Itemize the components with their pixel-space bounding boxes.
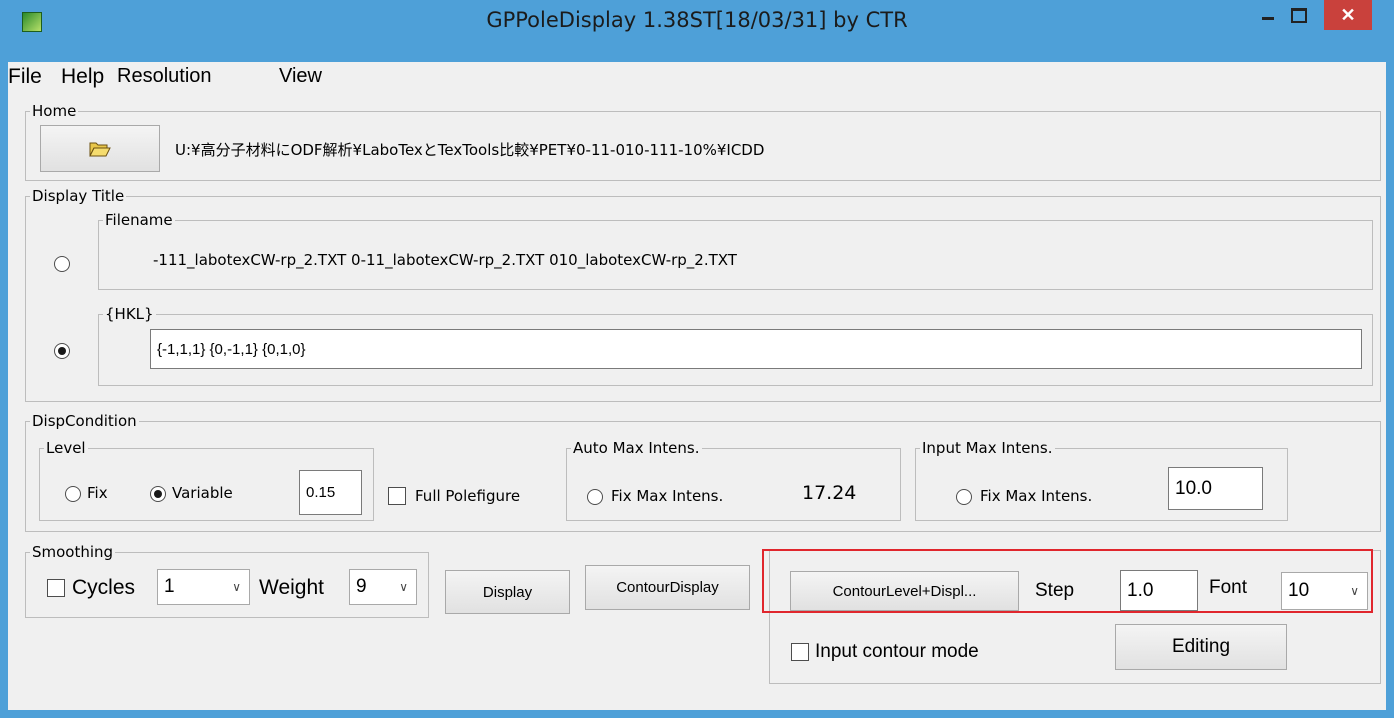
close-button[interactable]: ✕ <box>1324 0 1372 30</box>
minimize-button[interactable] <box>1253 0 1283 30</box>
window-title: GPPoleDisplay 1.38ST[18/03/31] by CTR <box>486 8 908 32</box>
hkl-radio[interactable] <box>54 343 70 359</box>
home-group: Home U:¥高分子材料にODF解析¥LaboTexとTexTools比較¥P… <box>25 102 1381 181</box>
menu-resolution[interactable]: Resolution <box>117 65 212 88</box>
hkl-input[interactable]: {-1,1,1} {0,-1,1} {0,1,0} <box>150 329 1362 369</box>
menu-view[interactable]: View <box>279 65 322 88</box>
disp-condition-legend: DispCondition <box>30 412 139 430</box>
maximize-button[interactable] <box>1284 0 1314 30</box>
input-max-intens-legend: Input Max Intens. <box>920 439 1055 457</box>
weight-label: Weight <box>259 576 324 599</box>
hkl-legend: {HKL} <box>103 305 156 323</box>
auto-max-intens-legend: Auto Max Intens. <box>571 439 702 457</box>
menu-file[interactable]: File <box>8 65 42 89</box>
display-title-legend: Display Title <box>30 187 127 205</box>
filename-radio[interactable] <box>54 256 70 272</box>
weight-select[interactable]: 9 ∨ <box>349 569 417 605</box>
menu-bar: File Help Resolution View <box>8 62 1386 92</box>
input-fix-max-radio[interactable] <box>956 489 972 505</box>
cycles-value: 1 <box>164 576 175 597</box>
disp-condition-group: DispCondition Level Fix Variable 0.15 Fu… <box>25 412 1381 532</box>
menu-help[interactable]: Help <box>61 65 104 89</box>
full-polefigure-label: Full Polefigure <box>415 487 521 505</box>
home-path: U:¥高分子材料にODF解析¥LaboTexとTexTools比較¥PET¥0-… <box>175 141 765 159</box>
contour-display-button[interactable]: ContourDisplay <box>585 565 750 610</box>
highlight-annotation <box>762 549 1373 613</box>
weight-value: 9 <box>356 576 367 597</box>
input-max-value-input[interactable]: 10.0 <box>1168 467 1263 510</box>
app-window: GPPoleDisplay 1.38ST[18/03/31] by CTR ✕ … <box>0 0 1394 718</box>
auto-max-intens-group: Auto Max Intens. Fix Max Intens. 17.24 <box>566 439 901 521</box>
client-area: File Help Resolution View Home U:¥高分子材料に… <box>8 62 1386 710</box>
open-folder-icon <box>89 142 111 156</box>
display-title-group: Display Title Filename -111_labotexCW-rp… <box>25 187 1381 402</box>
auto-max-value: 17.24 <box>802 482 857 504</box>
chevron-down-icon: ∨ <box>399 580 408 594</box>
maximize-icon <box>1291 7 1307 23</box>
cycles-select[interactable]: 1 ∨ <box>157 569 250 605</box>
filename-value: -111_labotexCW-rp_2.TXT 0-11_labotexCW-r… <box>153 251 737 269</box>
level-variable-radio[interactable] <box>150 486 166 502</box>
title-bar[interactable]: GPPoleDisplay 1.38ST[18/03/31] by CTR ✕ <box>0 0 1394 62</box>
cycles-label: Cycles <box>72 576 136 599</box>
input-max-intens-group: Input Max Intens. Fix Max Intens. 10.0 <box>915 439 1288 521</box>
home-legend: Home <box>30 102 79 120</box>
level-value-input[interactable]: 0.15 <box>299 470 362 515</box>
level-fix-radio[interactable] <box>65 486 81 502</box>
auto-fix-max-radio[interactable] <box>587 489 603 505</box>
filename-group: Filename -111_labotexCW-rp_2.TXT 0-11_la… <box>98 211 1373 290</box>
display-button[interactable]: Display <box>445 570 570 614</box>
filename-legend: Filename <box>103 211 175 229</box>
full-polefigure-checkbox[interactable] <box>388 487 406 505</box>
input-contour-mode-checkbox[interactable] <box>791 643 809 661</box>
chevron-down-icon: ∨ <box>232 580 241 594</box>
level-legend: Level <box>44 439 88 457</box>
input-fix-max-label: Fix Max Intens. <box>980 487 1093 505</box>
close-icon: ✕ <box>1340 4 1356 25</box>
level-variable-label: Variable <box>172 484 233 502</box>
open-folder-button[interactable] <box>40 125 160 172</box>
minimize-icon <box>1262 16 1274 20</box>
level-fix-label: Fix <box>87 484 108 502</box>
level-group: Level Fix Variable 0.15 <box>39 439 374 521</box>
input-contour-mode-label: Input contour mode <box>815 641 979 662</box>
hkl-group: {HKL} {-1,1,1} {0,-1,1} {0,1,0} <box>98 305 1373 386</box>
editing-button[interactable]: Editing <box>1115 624 1287 670</box>
cycles-checkbox[interactable] <box>47 579 65 597</box>
smoothing-legend: Smoothing <box>30 543 116 561</box>
auto-fix-max-label: Fix Max Intens. <box>611 487 724 505</box>
smoothing-group: Smoothing Cycles 1 ∨ Weight 9 ∨ <box>25 543 429 618</box>
